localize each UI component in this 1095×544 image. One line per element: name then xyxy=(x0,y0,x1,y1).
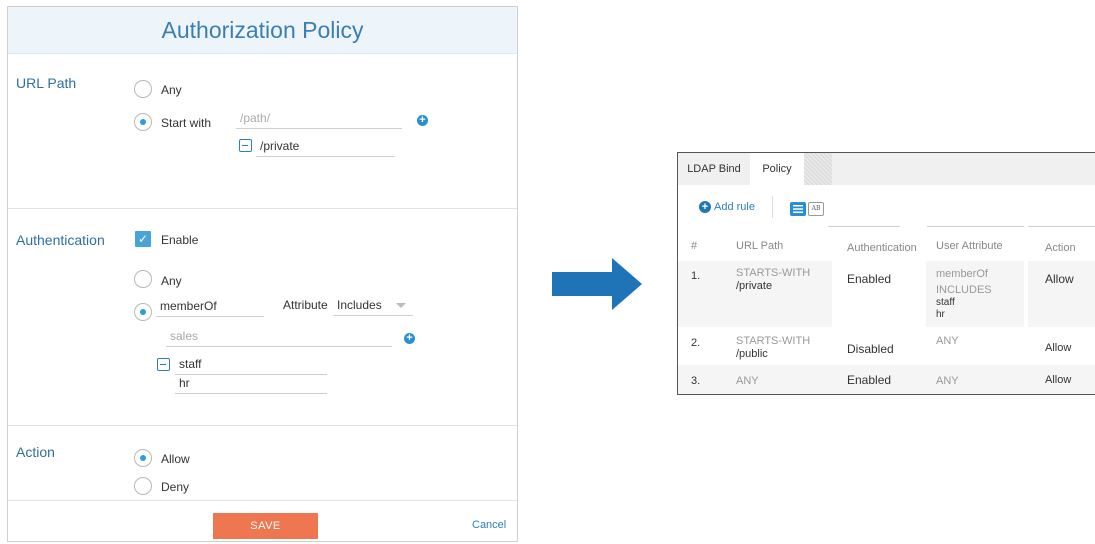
attribute-name: memberOf xyxy=(936,268,988,280)
table-cell-bg xyxy=(1028,261,1095,327)
footer-divider xyxy=(8,500,517,501)
url-any: ANY xyxy=(736,375,759,387)
auth-attribute-radio[interactable] xyxy=(134,303,152,321)
auth-any-label: Any xyxy=(161,274,182,288)
enable-label: Enable xyxy=(161,233,199,247)
url-value: /private xyxy=(736,280,773,292)
toolbar-divider xyxy=(772,196,773,218)
col-header-url-path: URL Path xyxy=(736,240,784,252)
save-button[interactable]: SAVE xyxy=(213,513,318,539)
tab-placeholder xyxy=(804,153,832,185)
row-number: 1. xyxy=(691,270,701,282)
path-input[interactable]: /path/ xyxy=(236,109,402,129)
attribute-value-entry: staff xyxy=(175,355,327,375)
row-number: 2. xyxy=(691,337,701,349)
dialog-header: Authorization Policy xyxy=(8,7,517,54)
col-header-action: Action xyxy=(1045,242,1076,254)
auth-status: Enabled xyxy=(847,373,892,387)
row-number: 3. xyxy=(691,375,701,387)
enable-checkbox[interactable]: ✓ xyxy=(135,231,151,247)
add-rule-link[interactable]: Add rule xyxy=(714,201,755,213)
right-arrow-icon xyxy=(552,258,642,310)
url-prefix: STARTS-WITH xyxy=(736,267,811,279)
url-value: /public xyxy=(736,348,768,360)
attribute-any: ANY xyxy=(936,335,959,347)
auth-status: Disabled xyxy=(847,342,894,356)
add-attribute-value-icon[interactable]: + xyxy=(404,333,415,344)
attribute-value-input[interactable]: sales xyxy=(166,327,392,347)
col-header-num: # xyxy=(691,240,698,252)
policy-panel: LDAP Bind Policy + Add rule AB # URL Pat… xyxy=(677,152,1095,395)
cancel-link[interactable]: Cancel xyxy=(472,519,506,531)
action-deny-label: Deny xyxy=(161,480,190,494)
attribute-name-input[interactable]: memberOf xyxy=(156,297,264,317)
column-divider xyxy=(1028,226,1095,227)
attribute-value: hr xyxy=(936,309,945,320)
list-view-icon[interactable] xyxy=(790,202,806,216)
path-entry: /private xyxy=(256,137,395,157)
tab-policy[interactable]: Policy xyxy=(750,153,804,185)
auth-any-radio[interactable] xyxy=(134,270,152,288)
attribute-operator: INCLUDES xyxy=(936,284,992,296)
remove-path-icon[interactable] xyxy=(239,139,252,152)
remove-attribute-value-icon[interactable] xyxy=(157,358,170,371)
attribute-any: ANY xyxy=(936,375,959,387)
rule-action: Allow xyxy=(1045,374,1072,386)
url-start-with-label: Start with xyxy=(161,116,212,130)
rule-action: Allow xyxy=(1045,272,1074,286)
column-divider xyxy=(927,226,1024,227)
action-deny-radio[interactable] xyxy=(134,477,152,495)
action-allow-radio[interactable] xyxy=(134,449,152,467)
url-path-label: URL Path xyxy=(16,75,77,91)
authentication-label: Authentication xyxy=(16,232,105,248)
dialog-title: Authorization Policy xyxy=(161,16,364,43)
rule-action: Allow xyxy=(1045,342,1072,354)
operator-value: Includes xyxy=(337,298,382,312)
add-path-icon[interactable]: + xyxy=(417,115,428,126)
url-start-with-radio[interactable] xyxy=(134,113,152,131)
attribute-value-entry: hr xyxy=(175,374,327,394)
chevron-down-icon[interactable] xyxy=(396,303,406,308)
attribute-label: Attribute xyxy=(283,298,328,312)
url-any-label: Any xyxy=(161,83,182,97)
section-divider xyxy=(8,208,517,209)
tab-bar: LDAP Bind Policy xyxy=(678,153,1095,185)
text-view-icon[interactable]: AB xyxy=(808,202,824,216)
url-any-radio[interactable] xyxy=(134,80,152,98)
section-divider xyxy=(8,425,517,426)
attribute-value: staff xyxy=(936,297,955,308)
col-header-user-attribute: User Attribute xyxy=(936,240,1003,252)
tab-ldap-bind[interactable]: LDAP Bind xyxy=(678,153,750,185)
column-divider xyxy=(828,226,900,227)
auth-status: Enabled xyxy=(847,272,892,286)
col-header-authentication: Authentication xyxy=(847,242,917,254)
add-rule-icon[interactable]: + xyxy=(699,201,711,213)
action-label: Action xyxy=(16,444,55,460)
action-allow-label: Allow xyxy=(161,452,190,466)
url-prefix: STARTS-WITH xyxy=(736,335,811,347)
authorization-policy-dialog: Authorization Policy URL Path Any Start … xyxy=(7,6,518,542)
